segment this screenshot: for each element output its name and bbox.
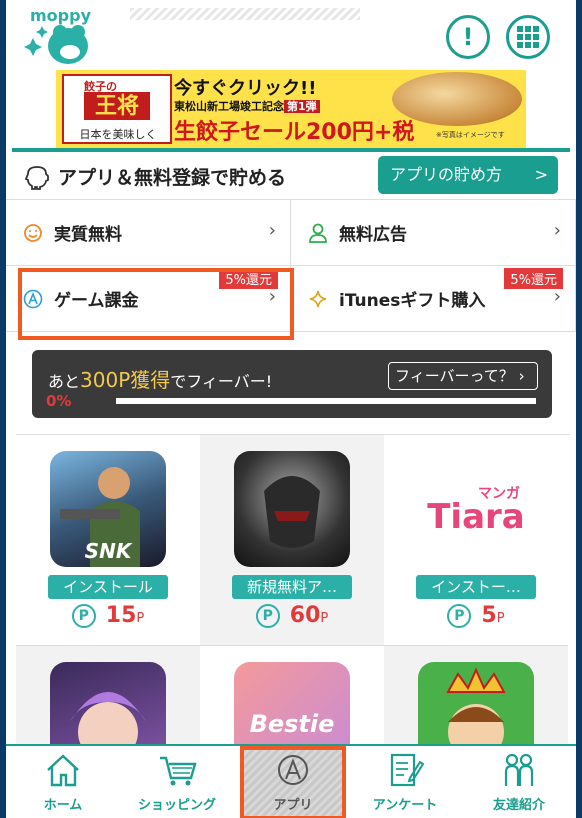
grid-menu-icon bbox=[517, 26, 539, 48]
chevron-right-icon: › bbox=[518, 367, 525, 385]
app-thumbnail bbox=[234, 451, 350, 567]
app-card[interactable]: 新規無料ア… P 60P bbox=[200, 435, 384, 645]
banner-badge: 第1弾 bbox=[284, 100, 320, 113]
nav-survey[interactable]: アンケート bbox=[348, 746, 462, 818]
app-points: P 60P bbox=[200, 603, 384, 628]
chevron-right-icon: > bbox=[534, 165, 548, 184]
header-decoration bbox=[130, 8, 360, 20]
section-header: アプリ＆無料登録で貯める アプリの貯め方 > bbox=[6, 152, 576, 200]
nav-label: ホーム bbox=[43, 798, 83, 813]
point-value: 60 bbox=[289, 603, 321, 628]
banner-note: ※写真はイメージです bbox=[436, 131, 505, 139]
bestie-logo: Bestie bbox=[249, 710, 335, 738]
fever-highlight: 300P獲得 bbox=[80, 368, 171, 392]
banner-subline: 東松山新工場竣工記念 第1弾 bbox=[174, 98, 320, 114]
nav-app[interactable]: アプリ bbox=[240, 746, 346, 818]
header: moppy ! bbox=[6, 0, 576, 70]
app-points: P 15P bbox=[16, 603, 200, 628]
app-tag: インストール bbox=[48, 575, 168, 599]
app-thumbnail: SNK bbox=[50, 451, 166, 567]
chevron-right-icon: › bbox=[553, 286, 561, 307]
nav-label: アンケート bbox=[372, 798, 438, 813]
category-label: 実質無料 bbox=[54, 225, 122, 245]
category-label: 無料広告 bbox=[339, 225, 407, 245]
piggy-bank-icon bbox=[24, 166, 49, 190]
samurai-artwork bbox=[264, 476, 320, 548]
category-label: ゲーム課金 bbox=[54, 291, 139, 311]
category-jisshitsu-muryo[interactable]: 実質無料 › bbox=[6, 200, 291, 266]
app-card[interactable]: マンガ Tiara インストー… P 5P bbox=[384, 435, 568, 645]
app-tag: インストー… bbox=[416, 575, 536, 599]
nav-home[interactable]: ホーム bbox=[6, 746, 120, 818]
chevron-right-icon: › bbox=[268, 220, 276, 241]
fever-prefix: あと bbox=[48, 372, 81, 391]
tiara-logo: Tiara bbox=[427, 497, 525, 537]
mascot-icon bbox=[24, 25, 88, 64]
banner-headline: 今すぐクリック!! bbox=[174, 78, 317, 99]
fever-suffix: でフィーバー! bbox=[170, 372, 273, 391]
home-icon bbox=[47, 754, 79, 787]
friends-icon bbox=[504, 753, 534, 786]
brand-logo: 餃子の 王将 日本を美味しく bbox=[62, 74, 172, 144]
banner-sale: 生餃子セール200円+税 bbox=[174, 120, 415, 145]
circled-a-icon bbox=[278, 755, 308, 785]
fever-info-button[interactable]: フィーバーって？ › bbox=[388, 362, 538, 390]
nav-shopping[interactable]: ショッピング bbox=[120, 746, 234, 818]
fever-message: あと300P獲得でフィーバー! bbox=[48, 364, 272, 393]
point-unit: P bbox=[136, 611, 145, 626]
sparkle-icon bbox=[309, 290, 327, 308]
fever-info-label: フィーバーって？ bbox=[395, 367, 514, 385]
point-icon: P bbox=[255, 604, 280, 628]
app-tag: 新規無料ア… bbox=[232, 575, 352, 599]
smile-icon bbox=[24, 224, 42, 242]
app-points: P 5P bbox=[384, 603, 568, 628]
ad-banner[interactable]: 餃子の 王将 日本を美味しく 今すぐクリック!! 東松山新工場竣工記念 第1弾 生… bbox=[56, 70, 526, 148]
app-list: SNK インストール P 15P 新規無料ア… P 60P マンガ Tiara イン… bbox=[16, 434, 570, 818]
nav-label: アプリ bbox=[273, 798, 313, 813]
info-button[interactable]: ! bbox=[446, 15, 490, 59]
circled-a-icon bbox=[23, 289, 43, 309]
snk-logo: SNK bbox=[84, 539, 132, 563]
fever-percent: 0% bbox=[46, 392, 72, 410]
category-game-kakin[interactable]: ゲーム課金 5%還元 › bbox=[6, 266, 291, 332]
person-icon bbox=[309, 223, 327, 243]
chevron-right-icon: › bbox=[553, 220, 561, 241]
howto-label: アプリの貯め方 bbox=[390, 165, 503, 184]
category-muryo-kokoku[interactable]: 無料広告 › bbox=[291, 200, 576, 266]
bottom-nav: ホーム ショッピング アプリ アンケート 友達紹介 bbox=[6, 744, 576, 818]
cart-icon bbox=[160, 756, 197, 786]
app-card[interactable]: SNK インストール P 15P bbox=[16, 435, 200, 645]
app-thumbnail: マンガ Tiara bbox=[418, 451, 534, 567]
point-value: 15 bbox=[105, 603, 137, 628]
category-label: iTunesギフト購入 bbox=[339, 291, 486, 311]
banner-subline-text: 東松山新工場竣工記念 bbox=[174, 100, 284, 113]
app-frame: moppy ! 餃子の 王将 日本を美味しく 今すぐクリック!! 東松山新工場竣… bbox=[6, 0, 576, 818]
exclamation-circle-icon: ! bbox=[462, 23, 474, 51]
brand-sub-text: 日本を美味しく bbox=[79, 128, 157, 141]
nav-invite[interactable]: 友達紹介 bbox=[462, 746, 576, 818]
nav-label: 友達紹介 bbox=[492, 798, 545, 813]
howto-button[interactable]: アプリの貯め方 > bbox=[378, 156, 558, 194]
menu-button[interactable] bbox=[506, 15, 550, 59]
fever-progress-bar bbox=[116, 398, 536, 404]
point-value: 5 bbox=[481, 603, 497, 628]
brand-main-text: 王将 bbox=[84, 92, 150, 120]
point-icon: P bbox=[71, 604, 96, 628]
point-icon: P bbox=[447, 604, 472, 628]
survey-icon bbox=[390, 753, 425, 787]
point-unit: P bbox=[320, 611, 329, 626]
fever-panel: あと300P獲得でフィーバー! フィーバーって？ › 0% bbox=[32, 350, 552, 418]
point-unit: P bbox=[496, 611, 505, 626]
nav-label: ショッピング bbox=[137, 798, 216, 813]
category-itunes-gift[interactable]: iTunesギフト購入 5%還元 › bbox=[291, 266, 576, 332]
chevron-right-icon: › bbox=[268, 286, 276, 307]
section-title: アプリ＆無料登録で貯める bbox=[58, 167, 287, 189]
moppy-logo[interactable]: moppy bbox=[24, 6, 114, 64]
